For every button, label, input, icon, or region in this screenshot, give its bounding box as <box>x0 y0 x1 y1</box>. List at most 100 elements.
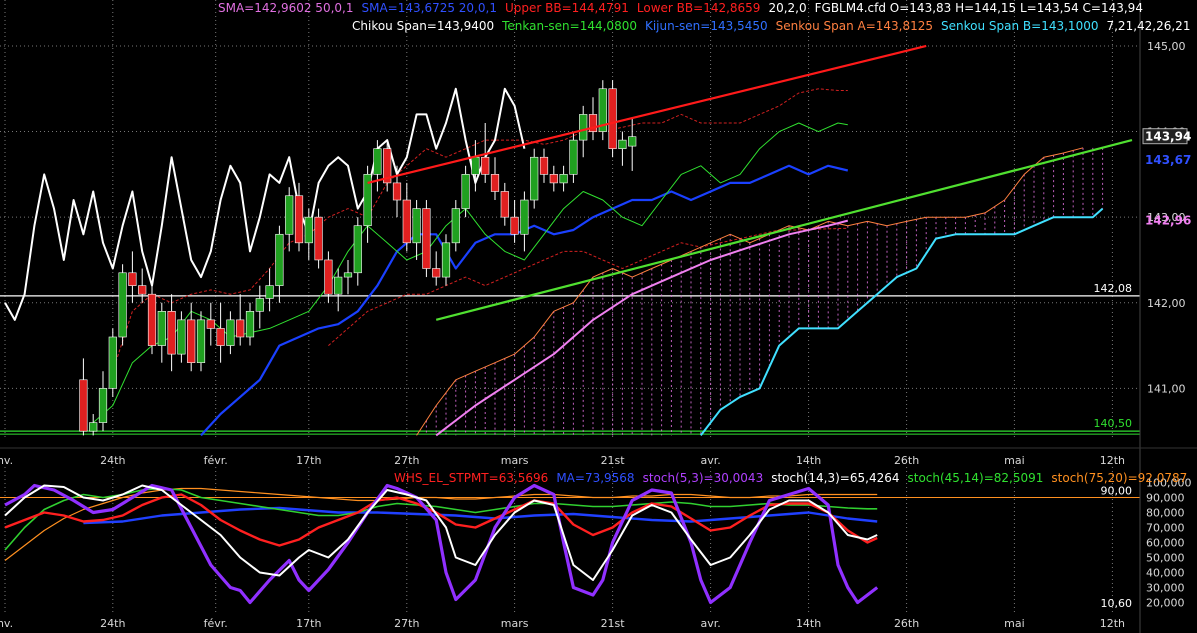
bull-candle <box>275 233 284 286</box>
bull-candle <box>255 298 264 312</box>
bull-candle <box>196 319 206 363</box>
price-axis-tick: 141,00 <box>1147 382 1186 395</box>
time-axis-label: 21st <box>601 617 626 630</box>
bear-candle <box>167 311 176 355</box>
price-axis-tick: 142,00 <box>1147 297 1186 310</box>
bull-candle <box>265 285 274 299</box>
bear-candle <box>481 156 490 175</box>
header-item: Tenkan-sen=144,0800 <box>501 19 637 33</box>
time-axis-label: 14th <box>796 617 821 630</box>
time-axis-label: 12th <box>1100 617 1125 630</box>
osc-axis-tick: 50,000 <box>1146 552 1185 565</box>
last-price-tag: 143,94 <box>1145 130 1191 144</box>
bull-candle <box>579 114 588 141</box>
header-item: WHS_EL_STPMT=63,5696 <box>394 471 548 485</box>
time-axis-label: 17th <box>296 454 321 467</box>
header-item: SMA=142,9602 50,0,1 <box>218 1 353 15</box>
time-axis-label: mai <box>1004 617 1025 630</box>
bear-candle <box>128 272 137 286</box>
time-axis-label: févr. <box>204 454 228 467</box>
time-axis-label: 24th <box>100 454 125 467</box>
time-axis-label: mai <box>1004 454 1025 467</box>
header-item: Kijun-sen=143,5450 <box>645 19 768 33</box>
bull-candle <box>412 208 421 244</box>
bull-candle <box>353 225 362 274</box>
header-item: 7,21,42,26,21 <box>1106 19 1190 33</box>
osc-axis-tick: 90,000 <box>1146 492 1185 505</box>
bull-candle <box>226 319 235 346</box>
header-item: Senkou Span B=143,1000 <box>941 19 1098 33</box>
bull-candle <box>618 139 627 149</box>
bull-candle <box>245 311 255 338</box>
bear-candle <box>490 174 500 192</box>
time-axis-label: 12th <box>1100 454 1125 467</box>
bear-candle <box>79 379 88 432</box>
time-axis-label: 17th <box>296 617 321 630</box>
time-axis-label: févr. <box>204 617 228 630</box>
price-line-label: 142,08 <box>1094 282 1133 295</box>
last-price-tag: 142,96 <box>1145 214 1191 228</box>
time-axis-label: mars <box>501 454 529 467</box>
time-axis-label: nv. <box>0 617 13 630</box>
bull-candle <box>628 136 637 147</box>
time-axis-label: 14th <box>796 454 821 467</box>
header-item: stoch(45,14)=82,5091 <box>907 471 1043 485</box>
header-item: FGBLM4.cfd O=143,83 H=144,15 L=143,54 C=… <box>815 1 1143 15</box>
header-item: MA=73,9568 <box>556 471 634 485</box>
bear-candle <box>402 199 411 244</box>
bear-candle <box>510 216 519 235</box>
bear-candle <box>539 156 549 175</box>
chart-area: 142,08140,50 90,0010,60 145,00144,00143,… <box>0 0 1197 633</box>
header-item: stoch(14,3)=65,4264 <box>771 471 899 485</box>
time-axis-label: 27th <box>394 454 419 467</box>
bear-candle <box>236 319 245 338</box>
header-item: stoch(75,20)=92,0787 <box>1051 471 1187 485</box>
time-axis-label: nv. <box>0 454 13 467</box>
bull-candle <box>461 174 470 209</box>
header-item: stoch(5,3)=30,0043 <box>643 471 764 485</box>
bull-candle <box>108 336 117 389</box>
header-line-3: WHS_EL_STPMT=63,5696 MA=73,9568 stoch(5,3)… <box>394 471 1187 485</box>
bull-candle <box>520 199 529 235</box>
bull-candle <box>530 156 539 201</box>
osc-axis-tick: 80,000 <box>1146 507 1185 520</box>
bear-candle <box>216 328 225 346</box>
header-item: Senkou Span A=143,8125 <box>776 19 933 33</box>
time-axis-label: 24th <box>100 617 125 630</box>
bear-candle <box>206 319 215 329</box>
bull-candle <box>98 388 108 423</box>
bear-candle <box>314 216 323 261</box>
bear-candle <box>608 88 617 149</box>
bull-candle <box>343 272 353 278</box>
osc-level-label: 10,60 <box>1101 597 1133 610</box>
osc-axis-tick: 40,000 <box>1146 567 1185 580</box>
bear-candle <box>432 268 441 278</box>
header-item: Lower BB=142,8659 <box>637 1 761 15</box>
time-axis-label: 26th <box>894 617 919 630</box>
osc-axis-tick: 20,000 <box>1146 597 1185 610</box>
bull-candle <box>89 422 98 432</box>
time-axis-label: mars <box>501 617 529 630</box>
price-line-label: 140,50 <box>1094 417 1133 430</box>
bear-candle <box>138 285 147 295</box>
bull-candle <box>373 148 382 175</box>
bear-candle <box>187 319 196 363</box>
time-axis-label: 21st <box>601 454 626 467</box>
osc-axis-tick: 30,000 <box>1146 582 1185 595</box>
bear-candle <box>549 174 558 184</box>
bull-candle <box>441 242 451 278</box>
time-axis-label: avr. <box>700 617 720 630</box>
osc-axis-tick: 60,000 <box>1146 537 1185 550</box>
bull-candle <box>569 139 578 175</box>
bear-candle <box>500 191 509 218</box>
bull-candle <box>559 174 568 184</box>
time-axis-label: avr. <box>700 454 720 467</box>
last-price-tag: 143,67 <box>1145 153 1191 167</box>
header-item: Upper BB=144,4791 <box>505 1 629 15</box>
header-item: 20,2,0 <box>768 1 806 15</box>
bull-candle <box>451 208 460 244</box>
osc-axis-tick: 70,000 <box>1146 522 1185 535</box>
header-item: Chikou Span=143,9400 <box>352 19 494 33</box>
bull-candle <box>118 272 127 338</box>
bear-candle <box>294 195 304 244</box>
